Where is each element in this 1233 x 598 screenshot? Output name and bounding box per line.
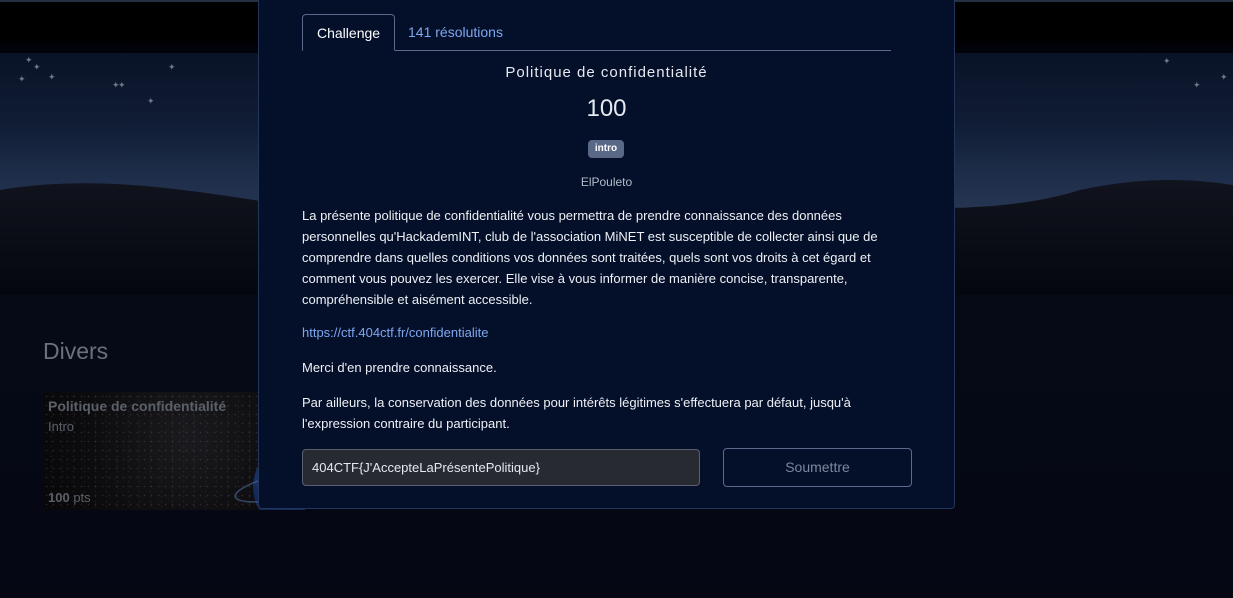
description-paragraph: Par ailleurs, la conservation des donnée… (302, 395, 851, 431)
challenge-modal: Challenge 141 résolutions Politique de c… (258, 0, 955, 509)
challenge-title: Politique de confidentialité (505, 64, 708, 81)
tab-challenge[interactable]: Challenge (302, 14, 396, 51)
submit-button[interactable]: Soumettre (723, 448, 912, 487)
tab-resolutions[interactable]: 141 résolutions (394, 14, 517, 49)
description-paragraph: La présente politique de confidentialité… (302, 208, 878, 307)
policy-link[interactable]: https://ctf.404ctf.fr/confidentialite (302, 322, 902, 343)
flag-input[interactable] (302, 449, 700, 486)
category-tag: intro (588, 140, 624, 158)
challenge-points: 100 (586, 95, 627, 122)
description-paragraph: Merci d'en prendre connaissance. (302, 360, 497, 375)
challenge-author: ElPouleto (580, 175, 633, 189)
modal-tabs: Challenge 141 résolutions (302, 14, 891, 51)
